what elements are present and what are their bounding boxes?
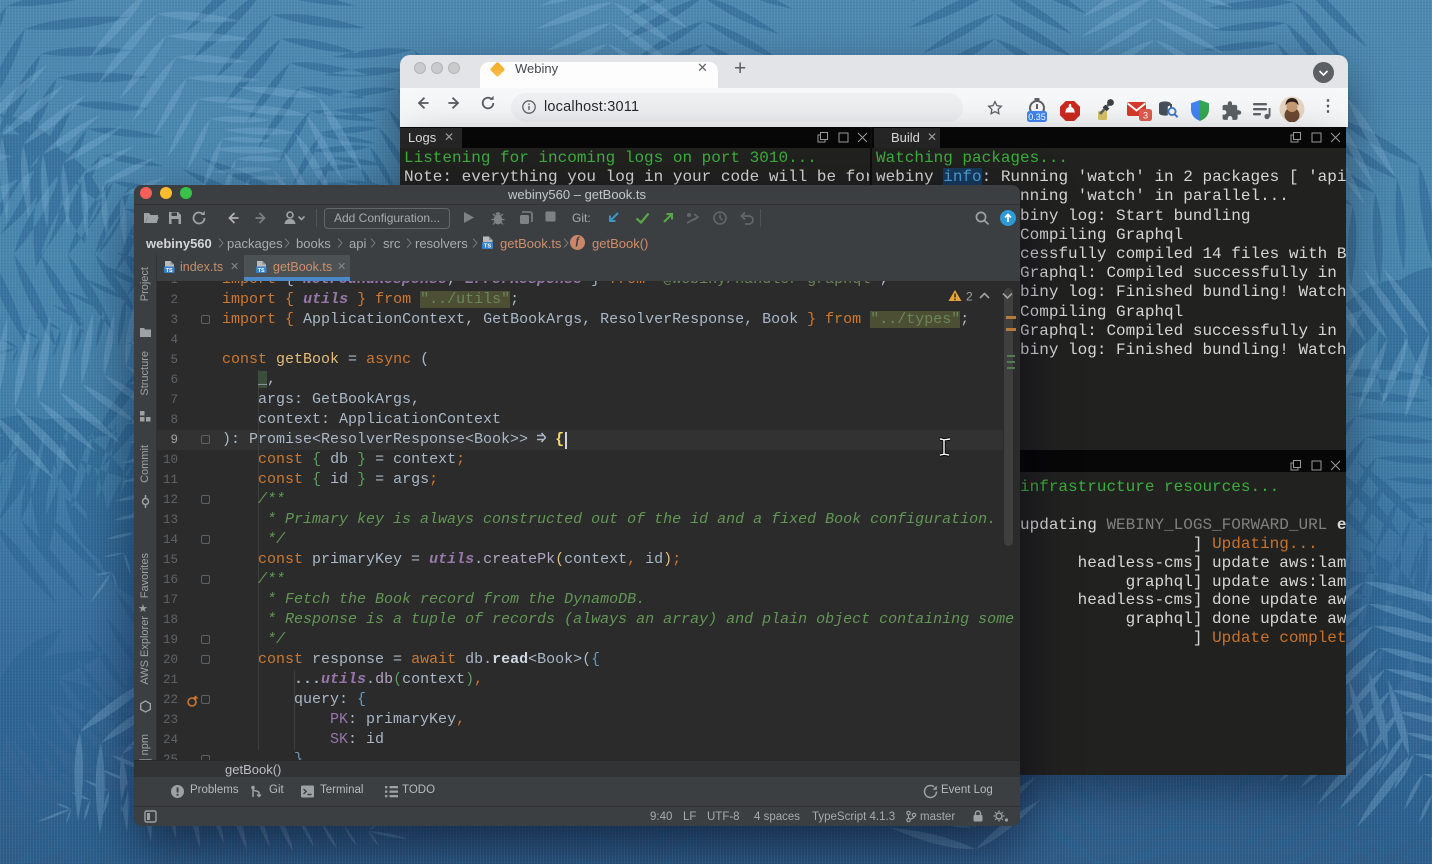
- svg-text:TS: TS: [166, 268, 173, 274]
- svg-text:0.35: 0.35: [1028, 112, 1046, 122]
- svg-text:TS: TS: [258, 268, 265, 274]
- svg-text:2: 2: [966, 290, 973, 304]
- svg-text:TS: TS: [484, 244, 491, 250]
- svg-text:3: 3: [1143, 110, 1148, 121]
